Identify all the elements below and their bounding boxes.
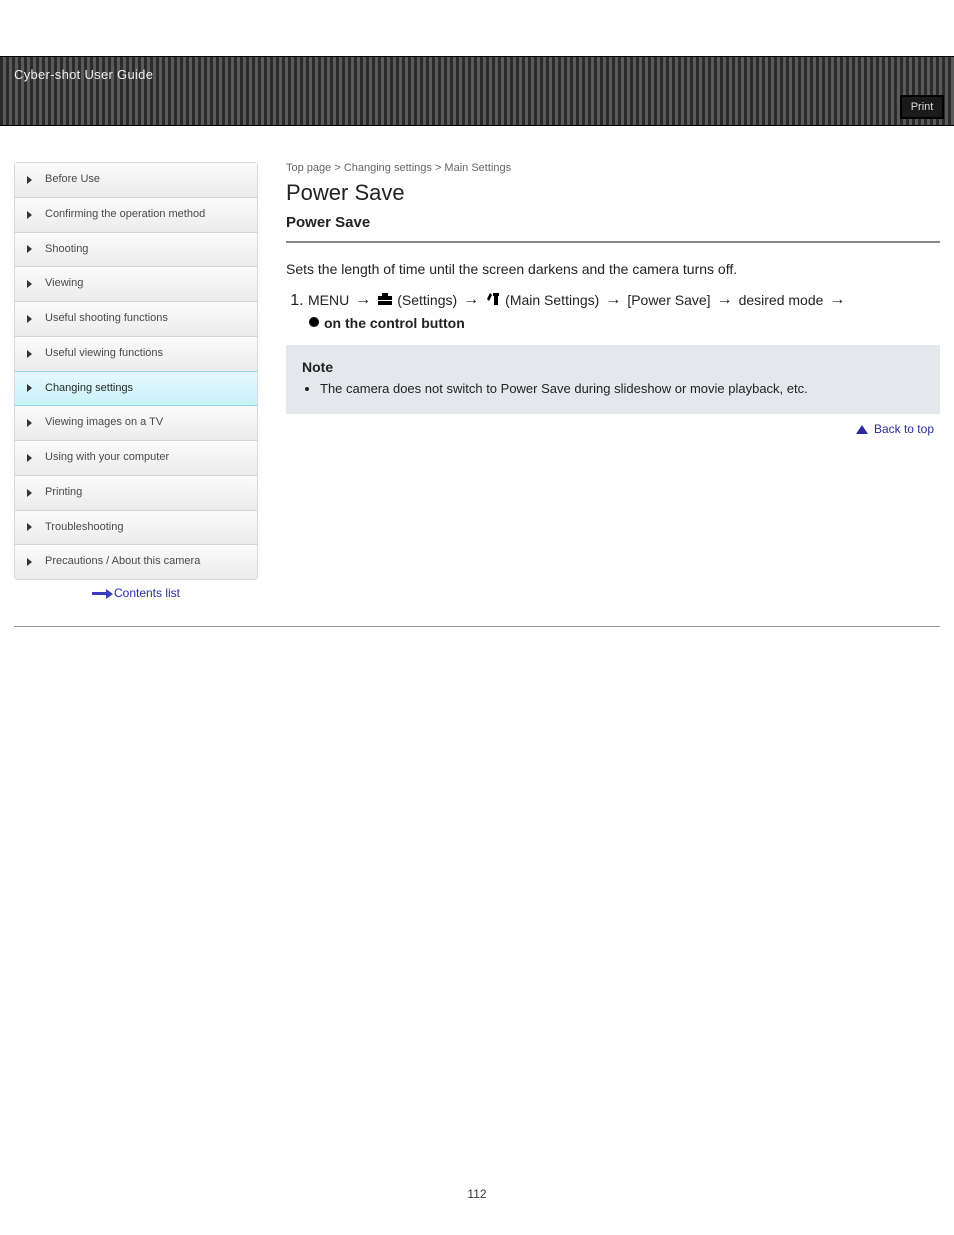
arrow-right-icon: → bbox=[717, 291, 733, 309]
sidebar-item-label: Printing bbox=[45, 486, 82, 498]
arrow-right-icon: → bbox=[605, 291, 621, 309]
arrow-right-icon bbox=[92, 592, 108, 595]
main-content: Top page > Changing settings > Main Sett… bbox=[286, 162, 940, 612]
note-heading: Note bbox=[302, 359, 924, 375]
sidebar-item-label: Viewing bbox=[45, 277, 83, 289]
sidebar-item-label: Viewing images on a TV bbox=[45, 416, 163, 428]
desired-mode-label: desired mode bbox=[739, 292, 824, 308]
intro-text: Sets the length of time until the screen… bbox=[286, 261, 940, 277]
chevron-right-icon bbox=[27, 419, 32, 427]
page-title: Power Save bbox=[286, 180, 940, 206]
power-save-label: [Power Save] bbox=[627, 292, 710, 308]
chevron-right-icon bbox=[27, 489, 32, 497]
sidebar-item-viewing[interactable]: Viewing bbox=[15, 267, 257, 302]
sidebar-item-precautions[interactable]: Precautions / About this camera bbox=[15, 545, 257, 579]
main-settings-label: (Main Settings) bbox=[505, 292, 599, 308]
contents-list-label: Contents list bbox=[114, 586, 180, 600]
step-1: MENU → (Settings) → (Main Settings) bbox=[308, 291, 940, 331]
arrow-right-icon: → bbox=[355, 291, 371, 309]
sidebar-item-label: Using with your computer bbox=[45, 451, 169, 463]
chevron-right-icon bbox=[27, 384, 32, 392]
chevron-right-icon bbox=[27, 211, 32, 219]
note-item: The camera does not switch to Power Save… bbox=[320, 381, 924, 396]
briefcase-icon bbox=[377, 292, 393, 309]
sidebar-item-useful-viewing[interactable]: Useful viewing functions bbox=[15, 337, 257, 372]
sidebar-item-label: Before Use bbox=[45, 173, 100, 185]
back-to-top-link[interactable]: Back to top bbox=[286, 422, 940, 436]
triangle-up-icon bbox=[856, 425, 868, 434]
sidebar-container: Before Use Confirming the operation meth… bbox=[14, 162, 258, 612]
chevron-right-icon bbox=[27, 315, 32, 323]
chevron-right-icon bbox=[27, 523, 32, 531]
sidebar: Before Use Confirming the operation meth… bbox=[14, 162, 258, 580]
chevron-right-icon bbox=[27, 558, 32, 566]
sidebar-item-useful-shooting[interactable]: Useful shooting functions bbox=[15, 302, 257, 337]
tool-icon bbox=[485, 292, 501, 309]
breadcrumb-1[interactable]: Changing settings bbox=[344, 162, 432, 174]
sidebar-item-operation-method[interactable]: Confirming the operation method bbox=[15, 198, 257, 233]
arrow-right-icon: → bbox=[463, 291, 479, 309]
header-bar: Cyber-shot User Guide Print bbox=[0, 56, 954, 126]
sidebar-item-troubleshooting[interactable]: Troubleshooting bbox=[15, 511, 257, 546]
sidebar-item-label: Troubleshooting bbox=[45, 521, 123, 533]
contents-list-link[interactable]: Contents list bbox=[14, 580, 258, 612]
divider bbox=[286, 241, 940, 243]
chevron-right-icon bbox=[27, 245, 32, 253]
sidebar-item-changing-settings[interactable]: Changing settings bbox=[15, 371, 257, 407]
chevron-right-icon bbox=[27, 280, 32, 288]
dot-icon bbox=[308, 316, 320, 331]
page-number: 112 bbox=[0, 1187, 954, 1201]
settings-label: (Settings) bbox=[397, 292, 457, 308]
chevron-right-icon bbox=[27, 454, 32, 462]
sidebar-item-label: Confirming the operation method bbox=[45, 208, 205, 220]
footer-divider bbox=[14, 626, 940, 627]
sidebar-item-label: Precautions / About this camera bbox=[45, 555, 200, 567]
sidebar-item-shooting[interactable]: Shooting bbox=[15, 233, 257, 268]
sidebar-item-label: Changing settings bbox=[45, 382, 133, 394]
sidebar-item-computer[interactable]: Using with your computer bbox=[15, 441, 257, 476]
breadcrumb-top[interactable]: Top page bbox=[286, 162, 331, 174]
sidebar-item-before-use[interactable]: Before Use bbox=[15, 163, 257, 198]
chevron-right-icon bbox=[27, 176, 32, 184]
sidebar-item-printing[interactable]: Printing bbox=[15, 476, 257, 511]
sidebar-item-label: Useful shooting functions bbox=[45, 312, 168, 324]
menu-label: MENU bbox=[308, 292, 349, 308]
back-to-top-label: Back to top bbox=[874, 422, 934, 436]
breadcrumb-2[interactable]: Main Settings bbox=[444, 162, 511, 174]
control-button-label: on the control button bbox=[324, 315, 465, 331]
sidebar-item-tv[interactable]: Viewing images on a TV bbox=[15, 406, 257, 441]
section-title: Power Save bbox=[286, 214, 940, 231]
header-brand: Cyber-shot User Guide bbox=[14, 67, 153, 82]
note-box: Note The camera does not switch to Power… bbox=[286, 345, 940, 414]
sidebar-item-label: Shooting bbox=[45, 243, 88, 255]
print-button[interactable]: Print bbox=[900, 95, 944, 119]
breadcrumb: Top page > Changing settings > Main Sett… bbox=[286, 162, 940, 174]
chevron-right-icon bbox=[27, 350, 32, 358]
arrow-right-icon: → bbox=[829, 291, 845, 309]
sidebar-item-label: Useful viewing functions bbox=[45, 347, 163, 359]
